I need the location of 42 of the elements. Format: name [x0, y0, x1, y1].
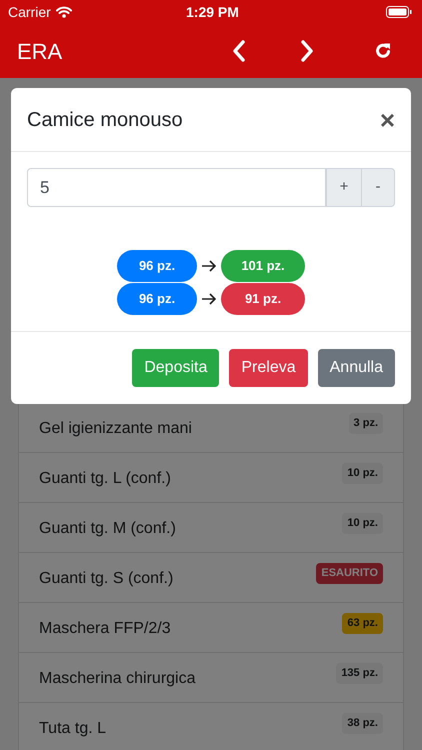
- modal-title: Camice monouso: [27, 108, 183, 132]
- item-name: Guanti tg. L (conf.): [39, 469, 171, 489]
- carrier-name: Carrier: [8, 2, 51, 22]
- list-item[interactable]: Guanti tg. M (conf.) 10 pz.: [19, 503, 403, 553]
- list-item[interactable]: Maschera FFP/2/3 63 pz.: [19, 603, 403, 653]
- quantity-field[interactable]: 5: [27, 168, 326, 207]
- before-quantity-pill: 96 pz.: [117, 250, 197, 282]
- item-name: Guanti tg. S (conf.): [39, 569, 174, 589]
- after-quantity-pill: 101 pz.: [221, 250, 305, 282]
- arrow-icon: [201, 292, 217, 306]
- quantity-badge: 3 pz.: [348, 413, 383, 434]
- clock-time: 1:29 PM: [186, 2, 239, 22]
- back-icon[interactable]: [232, 40, 246, 62]
- action-button[interactable]: Deposita: [132, 349, 220, 387]
- quantity-badge: 135 pz.: [336, 663, 383, 684]
- increment-button[interactable]: +: [326, 168, 361, 207]
- action-button[interactable]: Annulla: [318, 349, 395, 387]
- action-button[interactable]: Preleva: [229, 349, 308, 387]
- decrement-button[interactable]: -: [361, 168, 395, 207]
- wifi-icon: [56, 6, 72, 18]
- quantity-badge: 38 pz.: [342, 713, 383, 734]
- forward-icon[interactable]: [300, 40, 314, 62]
- quantity-badge: 10 pz.: [342, 463, 383, 484]
- close-button[interactable]: ×: [380, 106, 395, 132]
- item-name: Guanti tg. M (conf.): [39, 519, 176, 539]
- refresh-icon[interactable]: [374, 42, 392, 60]
- item-name: Gel igienizzante mani: [39, 419, 192, 439]
- quantity-badge: ESAURITO: [316, 563, 383, 584]
- battery-icon: [386, 6, 412, 18]
- after-quantity-pill: 91 pz.: [221, 283, 305, 315]
- app-title: ERA: [17, 38, 62, 66]
- item-name: Tuta tg. L: [39, 719, 106, 739]
- list-item[interactable]: Guanti tg. L (conf.) 10 pz.: [19, 453, 403, 503]
- list-item[interactable]: Guanti tg. S (conf.) ESAURITO: [19, 553, 403, 603]
- item-name: Maschera FFP/2/3: [39, 619, 171, 639]
- quantity-badge: 10 pz.: [342, 513, 383, 534]
- quantity-badge: 63 pz.: [342, 613, 383, 634]
- arrow-icon: [201, 259, 217, 273]
- list-item[interactable]: Mascherina chirurgica 135 pz.: [19, 653, 403, 703]
- list-item[interactable]: Tuta tg. L 38 pz.: [19, 703, 403, 750]
- item-name: Mascherina chirurgica: [39, 669, 196, 689]
- before-quantity-pill: 96 pz.: [117, 283, 197, 315]
